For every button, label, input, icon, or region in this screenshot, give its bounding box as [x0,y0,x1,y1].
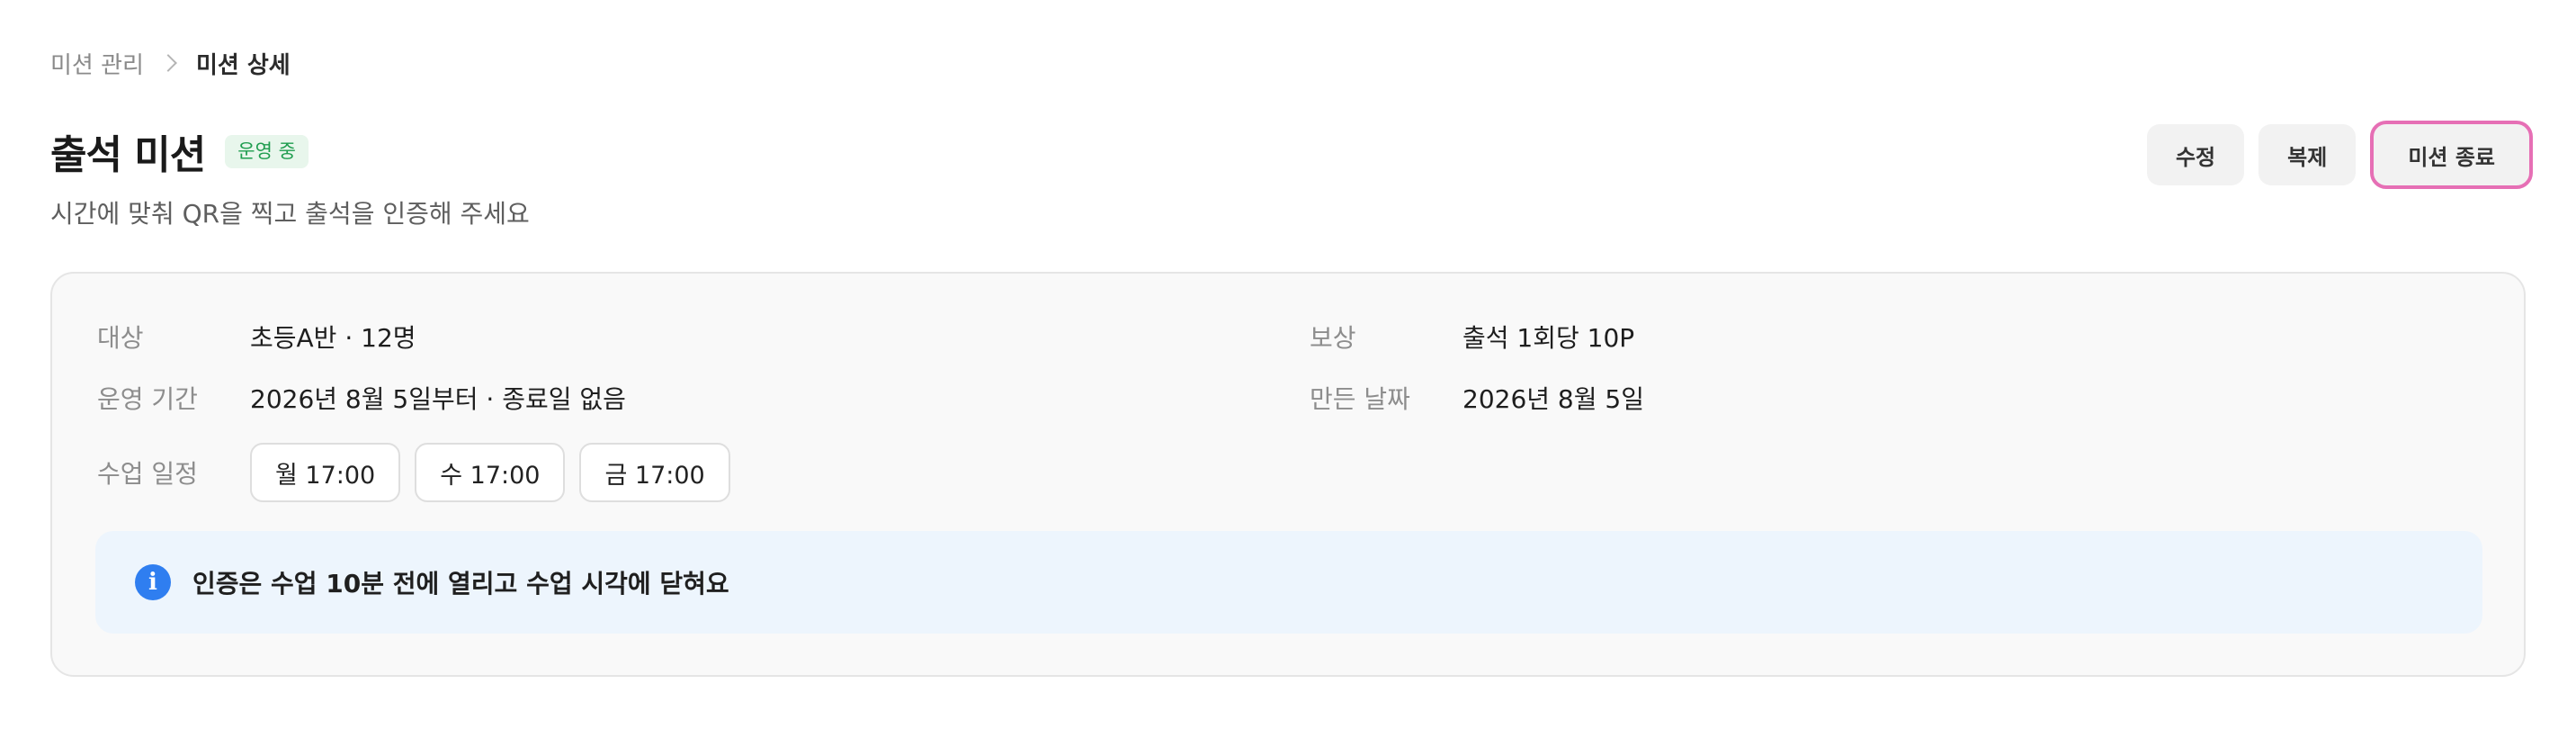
reward-value: 출석 1회당 10P [1462,323,1635,353]
schedule-chip-wed: 수 17:00 [415,443,566,502]
reward-field: 보상 출석 1회당 10P [1310,319,1634,355]
notice-text: 인증은 수업 10분 전에 열리고 수업 시각에 닫혀요 [192,569,729,598]
period-value: 2026년 8월 5일부터 · 종료일 없음 [250,384,626,414]
created-date-label: 만든 날짜 [1310,384,1410,414]
page-header: 출석 미션 운영 중 [50,122,309,180]
mission-info-card: 대상 초등A반 · 12명 운영 기간 2026년 8월 5일부터 · 종료일 … [50,272,2526,677]
status-badge: 운영 중 [225,134,309,168]
target-label: 대상 [97,323,144,353]
period-label: 운영 기간 [97,384,198,414]
end-mission-button[interactable]: 미션 종료 [2370,121,2533,189]
edit-button[interactable]: 수정 [2146,124,2245,185]
schedule-chip-mon: 월 17:00 [250,443,401,502]
target-value: 초등A반 · 12명 [250,323,416,353]
verification-notice: i 인증은 수업 10분 전에 열리고 수업 시각에 닫혀요 [95,531,2482,634]
created-date-field: 만든 날짜 2026년 8월 5일 [1310,380,1644,416]
page-title: 출석 미션 [50,132,206,178]
chevron-right-icon [159,54,177,72]
page-subtitle: 시간에 맞춰 QR을 찍고 출석을 인증해 주세요 [50,199,530,229]
period-field: 운영 기간 2026년 8월 5일부터 · 종료일 없음 [97,380,626,416]
action-buttons: 수정 복제 미션 종료 [2146,121,2533,189]
created-date-value: 2026년 8월 5일 [1462,384,1644,414]
schedule-field: 수업 일정 월 17:00 수 17:00 금 17:00 [97,443,730,502]
schedule-chips: 월 17:00 수 17:00 금 17:00 [250,443,730,502]
reward-label: 보상 [1310,323,1356,353]
schedule-chip-fri: 금 17:00 [579,443,730,502]
schedule-label: 수업 일정 [97,459,198,489]
info-icon: i [135,564,171,600]
breadcrumb-mission-management[interactable]: 미션 관리 [50,47,144,80]
target-field: 대상 초등A반 · 12명 [97,319,416,355]
breadcrumb: 미션 관리 미션 상세 [50,47,291,79]
mission-detail-page: 미션 관리 미션 상세 출석 미션 운영 중 시간에 맞춰 QR을 찍고 출석을… [0,0,2576,729]
duplicate-button[interactable]: 복제 [2258,124,2357,185]
breadcrumb-current: 미션 상세 [195,51,291,79]
